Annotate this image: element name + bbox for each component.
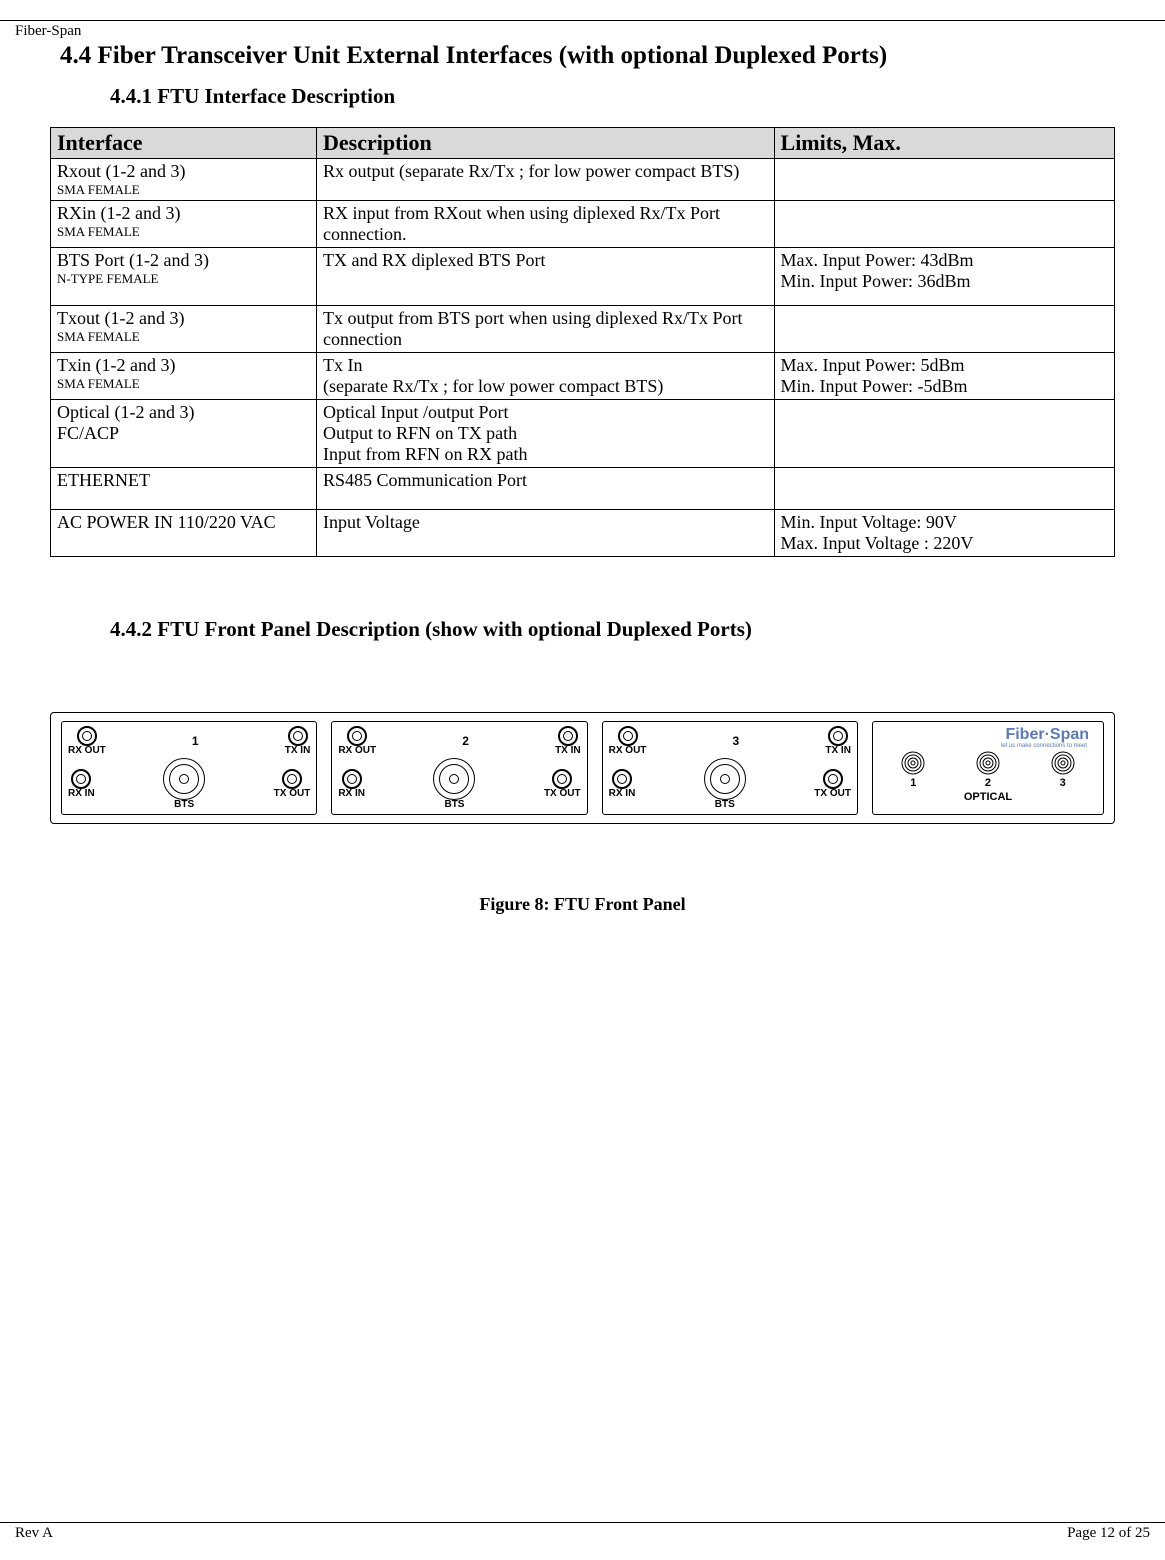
port-label-rxout: RX OUT [338,746,376,756]
connector-icon [828,726,848,746]
iface-name: AC POWER IN 110/220 VAC [57,512,276,532]
subsection-442: 4.4.2 FTU Front Panel Description (show … [110,617,1115,642]
table-row: Rxout (1-2 and 3)SMA FEMALE Rx output (s… [51,159,1115,201]
table-row: ETHERNET RS485 Communication Port [51,468,1115,510]
bts-connector-icon [163,758,205,800]
iface-sub2: FC/ACP [57,423,119,443]
figure-caption: Figure 8: FTU Front Panel [50,894,1115,915]
bts-connector-icon [704,758,746,800]
connector-icon [342,769,362,789]
optical-connector-icon [976,751,1000,775]
table-body: Rxout (1-2 and 3)SMA FEMALE Rx output (s… [51,159,1115,557]
iface-desc: Rx output (separate Rx/Tx ; for low powe… [317,159,775,201]
iface-limits [774,201,1114,248]
iface-sub: SMA FEMALE [57,182,310,198]
iface-sub: SMA FEMALE [57,376,310,392]
iface-name: BTS Port (1-2 and 3) [57,250,209,270]
iface-desc: Optical Input /output Port Output to RFN… [317,400,775,468]
connector-icon [552,769,572,789]
page-footer: Rev A Page 12 of 25 [50,1522,1115,1542]
connector-icon [77,726,97,746]
table-row: RXin (1-2 and 3)SMA FEMALE RX input from… [51,201,1115,248]
connector-icon [282,769,302,789]
iface-desc: RS485 Communication Port [317,468,775,510]
port-label-rxin: RX IN [338,789,365,799]
footer-page: Page 12 of 25 [1067,1525,1150,1542]
port-label-bts: BTS [174,800,194,810]
interface-table: Interface Description Limits, Max. Rxout… [50,127,1115,557]
port-label-rxout: RX OUT [609,746,647,756]
connector-icon [347,726,367,746]
module-number: 1 [192,735,199,747]
iface-limits: Max. Input Power: 5dBm Min. Input Power:… [774,353,1114,400]
table-header-row: Interface Description Limits, Max. [51,128,1115,159]
iface-limits: Max. Input Power: 43dBm Min. Input Power… [774,248,1114,306]
th-description: Description [317,128,775,159]
iface-limits [774,159,1114,201]
iface-desc: RX input from RXout when using diplexed … [317,201,775,248]
iface-desc: TX and RX diplexed BTS Port [317,248,775,306]
table-row: BTS Port (1-2 and 3)N-TYPE FEMALE TX and… [51,248,1115,306]
bts-connector-icon [433,758,475,800]
port-label-bts: BTS [444,800,464,810]
iface-desc: Tx In (separate Rx/Tx ; for low power co… [317,353,775,400]
footer-rev: Rev A [15,1525,53,1542]
port-label-bts: BTS [715,800,735,810]
connector-icon [288,726,308,746]
panel-module-optical: Fiber·Span let us make connections to me… [872,721,1104,815]
optical-port-num: 3 [1060,777,1066,789]
port-label-txin: TX IN [285,746,311,756]
module-number: 3 [733,735,740,747]
iface-limits [774,468,1114,510]
iface-sub: SMA FEMALE [57,224,310,240]
table-row: Optical (1-2 and 3)FC/ACP Optical Input … [51,400,1115,468]
th-interface: Interface [51,128,317,159]
table-row: Txin (1-2 and 3)SMA FEMALE Tx In (separa… [51,353,1115,400]
section-title: 4.4 Fiber Transceiver Unit External Inte… [60,42,1115,70]
optical-port-num: 2 [985,777,991,789]
panel-module-1: RX OUT 1 TX IN RX IN BTS TX OUT [61,721,317,815]
iface-name: RXin (1-2 and 3) [57,203,180,223]
panel-module-2: RX OUT 2 TX IN RX IN BTS TX OUT [331,721,587,815]
iface-name: Txout (1-2 and 3) [57,308,184,328]
port-label-txin: TX IN [825,746,851,756]
table-row: AC POWER IN 110/220 VAC Input Voltage Mi… [51,510,1115,557]
port-label-rxin: RX IN [609,789,636,799]
connector-icon [823,769,843,789]
optical-port-num: 1 [910,777,916,789]
th-limits: Limits, Max. [774,128,1114,159]
iface-name: ETHERNET [57,470,150,490]
fiber-span-tagline: let us make connections to meet [879,744,1089,749]
iface-limits [774,400,1114,468]
port-label-txout: TX OUT [544,789,581,799]
iface-sub: N-TYPE FEMALE [57,271,310,287]
table-row: Txout (1-2 and 3)SMA FEMALE Tx output fr… [51,306,1115,353]
iface-sub: SMA FEMALE [57,329,310,345]
module-number: 2 [462,735,469,747]
port-label-txout: TX OUT [814,789,851,799]
optical-connector-icon [1051,751,1075,775]
iface-desc: Tx output from BTS port when using diple… [317,306,775,353]
port-label-rxin: RX IN [68,789,95,799]
iface-name: Optical (1-2 and 3) [57,402,194,422]
connector-icon [558,726,578,746]
optical-label: OPTICAL [879,791,1097,803]
panel-module-3: RX OUT 3 TX IN RX IN BTS TX OUT [602,721,858,815]
fiber-span-logo: Fiber·Span [1005,726,1089,743]
iface-name: Txin (1-2 and 3) [57,355,175,375]
connector-icon [618,726,638,746]
subsection-441: 4.4.1 FTU Interface Description [110,84,1115,109]
front-panel-diagram: RX OUT 1 TX IN RX IN BTS TX OUT [50,712,1115,824]
optical-connector-icon [901,751,925,775]
connector-icon [71,769,91,789]
port-label-txout: TX OUT [274,789,311,799]
header-brand: Fiber-Span [15,23,1115,40]
port-label-txin: TX IN [555,746,581,756]
iface-limits [774,306,1114,353]
port-label-rxout: RX OUT [68,746,106,756]
iface-desc: Input Voltage [317,510,775,557]
iface-limits: Min. Input Voltage: 90V Max. Input Volta… [774,510,1114,557]
connector-icon [612,769,632,789]
iface-name: Rxout (1-2 and 3) [57,161,185,181]
